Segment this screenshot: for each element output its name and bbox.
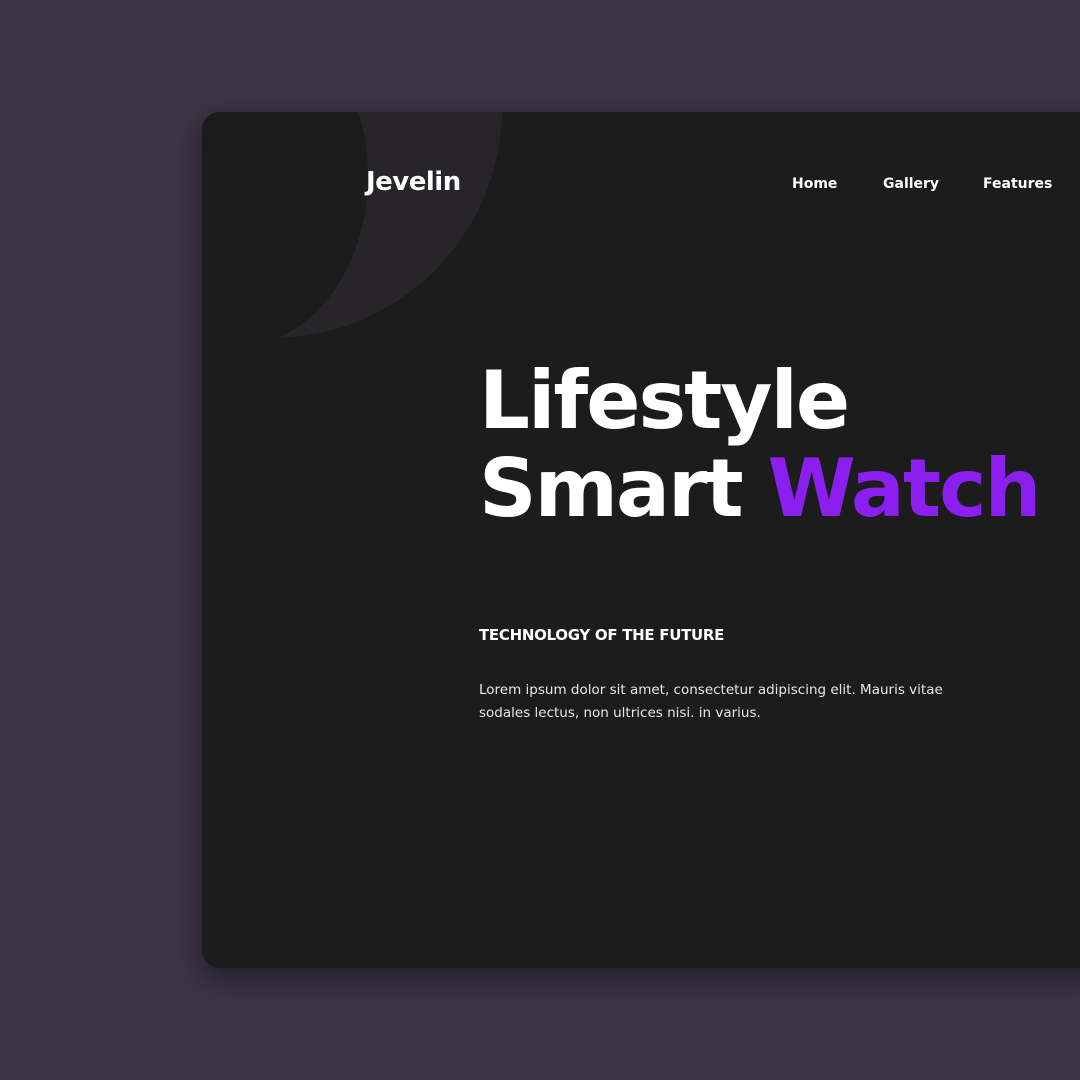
- hero-card: Jevelin Home Gallery Features Lifestyle …: [202, 112, 1080, 968]
- headline-line-1: Lifestyle: [479, 354, 850, 447]
- hero-body-text: Lorem ipsum dolor sit amet, consectetur …: [479, 682, 943, 721]
- nav-item-home[interactable]: Home: [792, 176, 837, 192]
- headline-line-2-plain: Smart: [479, 442, 744, 535]
- headline-line-2-accent: Watch: [767, 442, 1042, 535]
- nav-item-gallery[interactable]: Gallery: [883, 176, 939, 192]
- brand-logo[interactable]: Jevelin: [366, 167, 461, 197]
- hero-tagline: TECHNOLOGY OF THE FUTURE: [479, 626, 725, 644]
- nav-item-features[interactable]: Features: [983, 176, 1052, 192]
- hero-headline: Lifestyle Smart Watch: [479, 354, 1042, 535]
